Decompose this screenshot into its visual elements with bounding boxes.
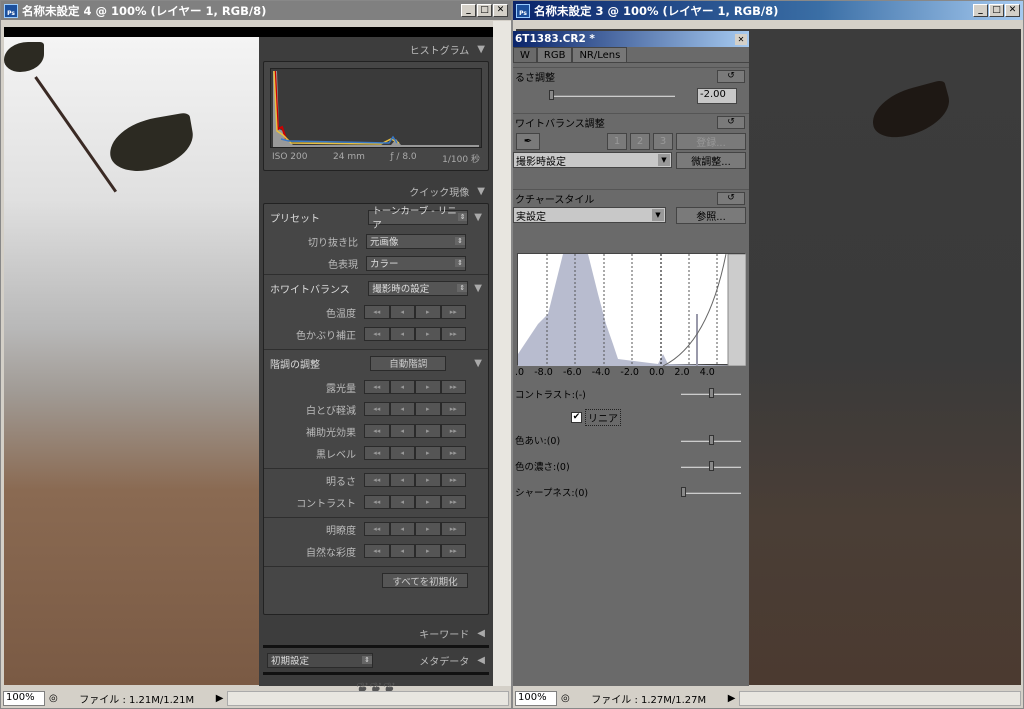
hue-label: 色あい:(0) (515, 436, 561, 447)
color-select[interactable]: カラー ⇕ (366, 255, 466, 271)
metadata-preset-select[interactable]: 初期設定 ⇕ (267, 652, 373, 668)
sharpness-label: シャープネス:(0) (515, 488, 589, 499)
exif-shutter: 1/100 秒 (442, 155, 480, 165)
sharpness-slider[interactable] (681, 487, 741, 497)
temp-stepper[interactable]: ◂◂ ◂ ▸ ▸▸ (364, 305, 466, 319)
histogram-chart (270, 68, 482, 148)
eyedropper-button[interactable]: ✒ (516, 133, 540, 150)
hue-slider[interactable] (681, 435, 741, 445)
info-icon[interactable]: ◎ (561, 693, 570, 704)
contrast-slider[interactable] (681, 388, 741, 398)
tab-nr-lens[interactable]: NR/Lens (572, 47, 628, 62)
maximize-button[interactable]: □ (477, 4, 492, 17)
window-title: 名称未設定 3 @ 100% (レイヤー 1, RGB/8) (534, 3, 779, 18)
photoshop-icon: Ps (4, 3, 18, 18)
right-title-bar[interactable]: Ps 名称未設定 3 @ 100% (レイヤー 1, RGB/8) _ □ ✕ (513, 1, 1023, 20)
quick-develop-box: プリセット トーンカーブ - リニア ⇕ ▼ 切り抜き比 元画像 ⇕ 色表現 カラー ⇕ ホワ… (263, 203, 489, 615)
exif-iso: ISO 200 (272, 152, 308, 162)
keyword-header[interactable]: キーワード ◀ (259, 621, 493, 645)
zoom-field[interactable]: 100% (3, 690, 45, 706)
left-document-window: Ps 名称未設定 4 @ 100% (レイヤー 1, RGB/8) _ □ ✕ ヒス… (0, 0, 512, 709)
zoom-field[interactable]: 100% (515, 690, 557, 706)
wb-select[interactable]: 撮影時設定 ▼ (513, 152, 672, 168)
raw-settings-dialog: 6T1383.CR2 * ✕ W RGB NR/Lens るさ調整 ↺ -2.00 ワイ… (513, 31, 749, 686)
auto-tone-button[interactable]: 自動階調 (370, 355, 447, 371)
histogram-box: ISO 200 24 mm ƒ / 8.0 1/100 秒 (263, 61, 489, 171)
exif-focal: 24 mm (333, 152, 365, 162)
register-button[interactable]: 登録... (676, 133, 746, 150)
contrast-stepper[interactable]: ◂◂ ◂ ▸ ▸▸ (364, 495, 466, 509)
curve-axis-labels: .0 -8.0 -6.0 -4.0 -2.0 0.0 2.0 4.0 (515, 367, 715, 378)
tab-rgb[interactable]: RGB (536, 47, 573, 62)
info-icon[interactable]: ◎ (49, 693, 58, 704)
wb-slot-1[interactable]: 1 (607, 133, 627, 150)
wb-slot-3[interactable]: 3 (653, 133, 673, 150)
fill-light-stepper[interactable]: ◂◂ ◂ ▸ ▸▸ (364, 424, 466, 438)
minimize-button[interactable]: _ (461, 4, 476, 17)
tone-curve-histogram[interactable] (517, 253, 747, 367)
quick-develop-panel: ヒストグラム ▼ ISO 200 24 mm ƒ / 8.0 1/100 秒 クイ… (259, 37, 493, 698)
wb-select[interactable]: 撮影時の設定 ⇕ (368, 280, 469, 296)
vertical-scrollbar[interactable] (493, 21, 511, 686)
browse-button[interactable]: 参照... (676, 207, 746, 224)
status-bar: 100% ◎ ファイル : 1.27M/1.27M ▶ (513, 688, 1023, 708)
photo-canvas[interactable] (4, 37, 259, 685)
quick-develop-header[interactable]: クイック現像 ▼ (259, 179, 493, 203)
horizontal-scrollbar[interactable] (227, 690, 509, 706)
exif-aperture: ƒ / 8.0 (390, 152, 417, 162)
linear-checkbox[interactable]: ✔ リニア (571, 409, 621, 426)
metadata-header[interactable]: 初期設定 ⇕ メタデータ ◀ (259, 648, 493, 672)
fine-tune-button[interactable]: 微調整... (676, 152, 746, 169)
status-bar: 100% ◎ ファイル : 1.21M/1.21M ▶ (1, 688, 511, 708)
right-document-window: Ps 名称未設定 3 @ 100% (レイヤー 1, RGB/8) _ □ ✕ 6T… (512, 0, 1024, 709)
contrast-label: コントラスト:(-) (515, 390, 586, 401)
clarity-stepper[interactable]: ◂◂ ◂ ▸ ▸▸ (364, 522, 466, 536)
wb-reset-button[interactable]: ↺ (717, 116, 745, 129)
status-menu-arrow[interactable]: ▶ (728, 693, 736, 704)
histogram-header[interactable]: ヒストグラム ▼ (259, 37, 493, 61)
photoshop-icon: Ps (516, 3, 530, 18)
status-menu-arrow[interactable]: ▶ (216, 693, 224, 704)
exposure-stepper[interactable]: ◂◂ ◂ ▸ ▸▸ (364, 380, 466, 394)
brightness-value[interactable]: -2.00 (697, 88, 737, 104)
brightness-slider[interactable] (549, 90, 675, 100)
maximize-button[interactable]: □ (989, 4, 1004, 17)
blacks-stepper[interactable]: ◂◂ ◂ ▸ ▸▸ (364, 446, 466, 460)
brightness-stepper[interactable]: ◂◂ ◂ ▸ ▸▸ (364, 473, 466, 487)
wb-slot-2[interactable]: 2 (630, 133, 650, 150)
window-title: 名称未設定 4 @ 100% (レイヤー 1, RGB/8) (22, 3, 267, 18)
saturation-slider[interactable] (681, 461, 741, 471)
crop-select[interactable]: 元画像 ⇕ (366, 233, 466, 249)
vibrance-stepper[interactable]: ◂◂ ◂ ▸ ▸▸ (364, 544, 466, 558)
preset-select[interactable]: トーンカーブ - リニア ⇕ (368, 206, 469, 231)
left-title-bar[interactable]: Ps 名称未設定 4 @ 100% (レイヤー 1, RGB/8) _ □ ✕ (1, 1, 511, 20)
minimize-button[interactable]: _ (973, 4, 988, 17)
canvas-top-border (4, 27, 493, 37)
reset-all-button[interactable]: すべてを初期化 (382, 573, 468, 588)
file-info: ファイル : 1.27M/1.27M (591, 694, 707, 706)
brightness-reset-button[interactable]: ↺ (717, 70, 745, 83)
saturation-label: 色の濃さ:(0) (515, 462, 570, 473)
dialog-close-button[interactable]: ✕ (735, 33, 747, 45)
recovery-stepper[interactable]: ◂◂ ◂ ▸ ▸▸ (364, 402, 466, 416)
close-button[interactable]: ✕ (493, 4, 508, 17)
picture-style-select[interactable]: 実設定 ▼ (513, 207, 666, 223)
tab-w[interactable]: W (513, 47, 537, 62)
tint-stepper[interactable]: ◂◂ ◂ ▸ ▸▸ (364, 327, 466, 341)
horizontal-scrollbar[interactable] (739, 690, 1021, 706)
file-info: ファイル : 1.21M/1.21M (79, 694, 195, 706)
picture-style-reset-button[interactable]: ↺ (717, 192, 745, 205)
close-button[interactable]: ✕ (1005, 4, 1020, 17)
